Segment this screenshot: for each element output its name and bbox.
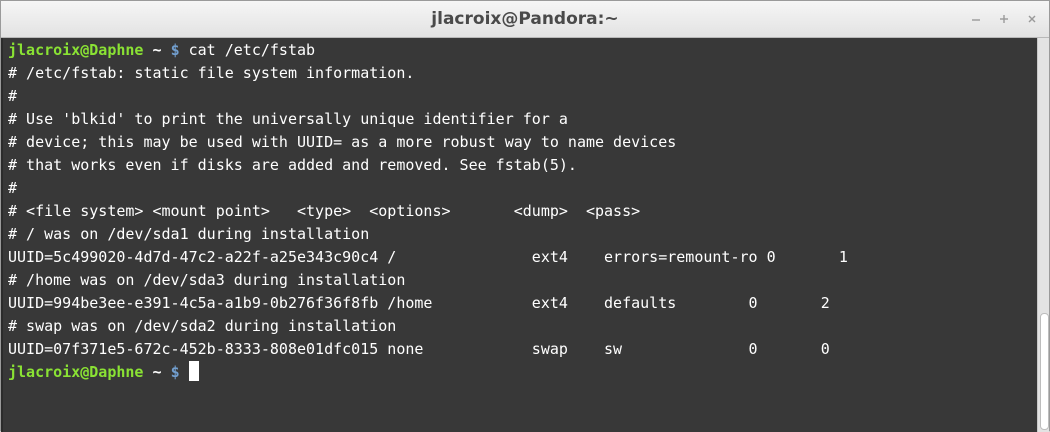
output-line: # Use 'blkid' to print the universally u…: [8, 110, 568, 128]
output-line: UUID=07f371e5-672c-452b-8333-808e01dfc01…: [8, 340, 830, 358]
prompt-user: jlacroix@Daphne: [8, 363, 144, 381]
scrollbar-thumb[interactable]: [1040, 313, 1049, 430]
output-line: #: [8, 87, 18, 105]
output-line: # /etc/fstab: static file system informa…: [8, 64, 415, 82]
output-line: # that works even if disks are added and…: [8, 156, 577, 174]
minimize-icon[interactable]: [969, 12, 983, 26]
prompt-line: jlacroix@Daphne ~ $: [8, 361, 1039, 384]
terminal-window: jlacroix@Pandora:~ jlacroix@Daphne ~ $ c…: [0, 0, 1050, 432]
output-line: # / was on /dev/sda1 during installation: [8, 225, 370, 243]
command-line: jlacroix@Daphne ~ $ cat /etc/fstab: [8, 39, 1039, 62]
output-line: #: [8, 179, 18, 197]
command-text: cat /etc/fstab: [179, 41, 316, 59]
output-line: # swap was on /dev/sda2 during installat…: [8, 317, 397, 335]
text-cursor: [188, 361, 199, 381]
output-line: UUID=994be3ee-e391-4c5a-a1b9-0b276f36f8f…: [8, 294, 830, 312]
output-line: # <file system> <mount point> <type> <op…: [8, 202, 641, 220]
scrollbar[interactable]: [1037, 38, 1049, 432]
window-controls: [969, 1, 1039, 37]
prompt-dir: ~: [143, 363, 171, 381]
close-icon[interactable]: [1025, 12, 1039, 26]
prompt-dir: ~: [143, 41, 171, 59]
title-bar[interactable]: jlacroix@Pandora:~: [1, 1, 1049, 38]
terminal-output[interactable]: jlacroix@Daphne ~ $ cat /etc/fstab # /et…: [1, 38, 1039, 432]
prompt-symbol: $: [170, 363, 180, 381]
prompt-user: jlacroix@Daphne: [8, 41, 144, 59]
output-line: # /home was on /dev/sda3 during installa…: [8, 271, 406, 289]
output-line: UUID=5c499020-4d7d-47c2-a22f-a25e343c90c…: [8, 248, 848, 266]
output-line: # device; this may be used with UUID= as…: [8, 133, 677, 151]
window-title: jlacroix@Pandora:~: [431, 9, 619, 29]
maximize-icon[interactable]: [997, 12, 1011, 26]
prompt-symbol: $: [170, 41, 180, 59]
